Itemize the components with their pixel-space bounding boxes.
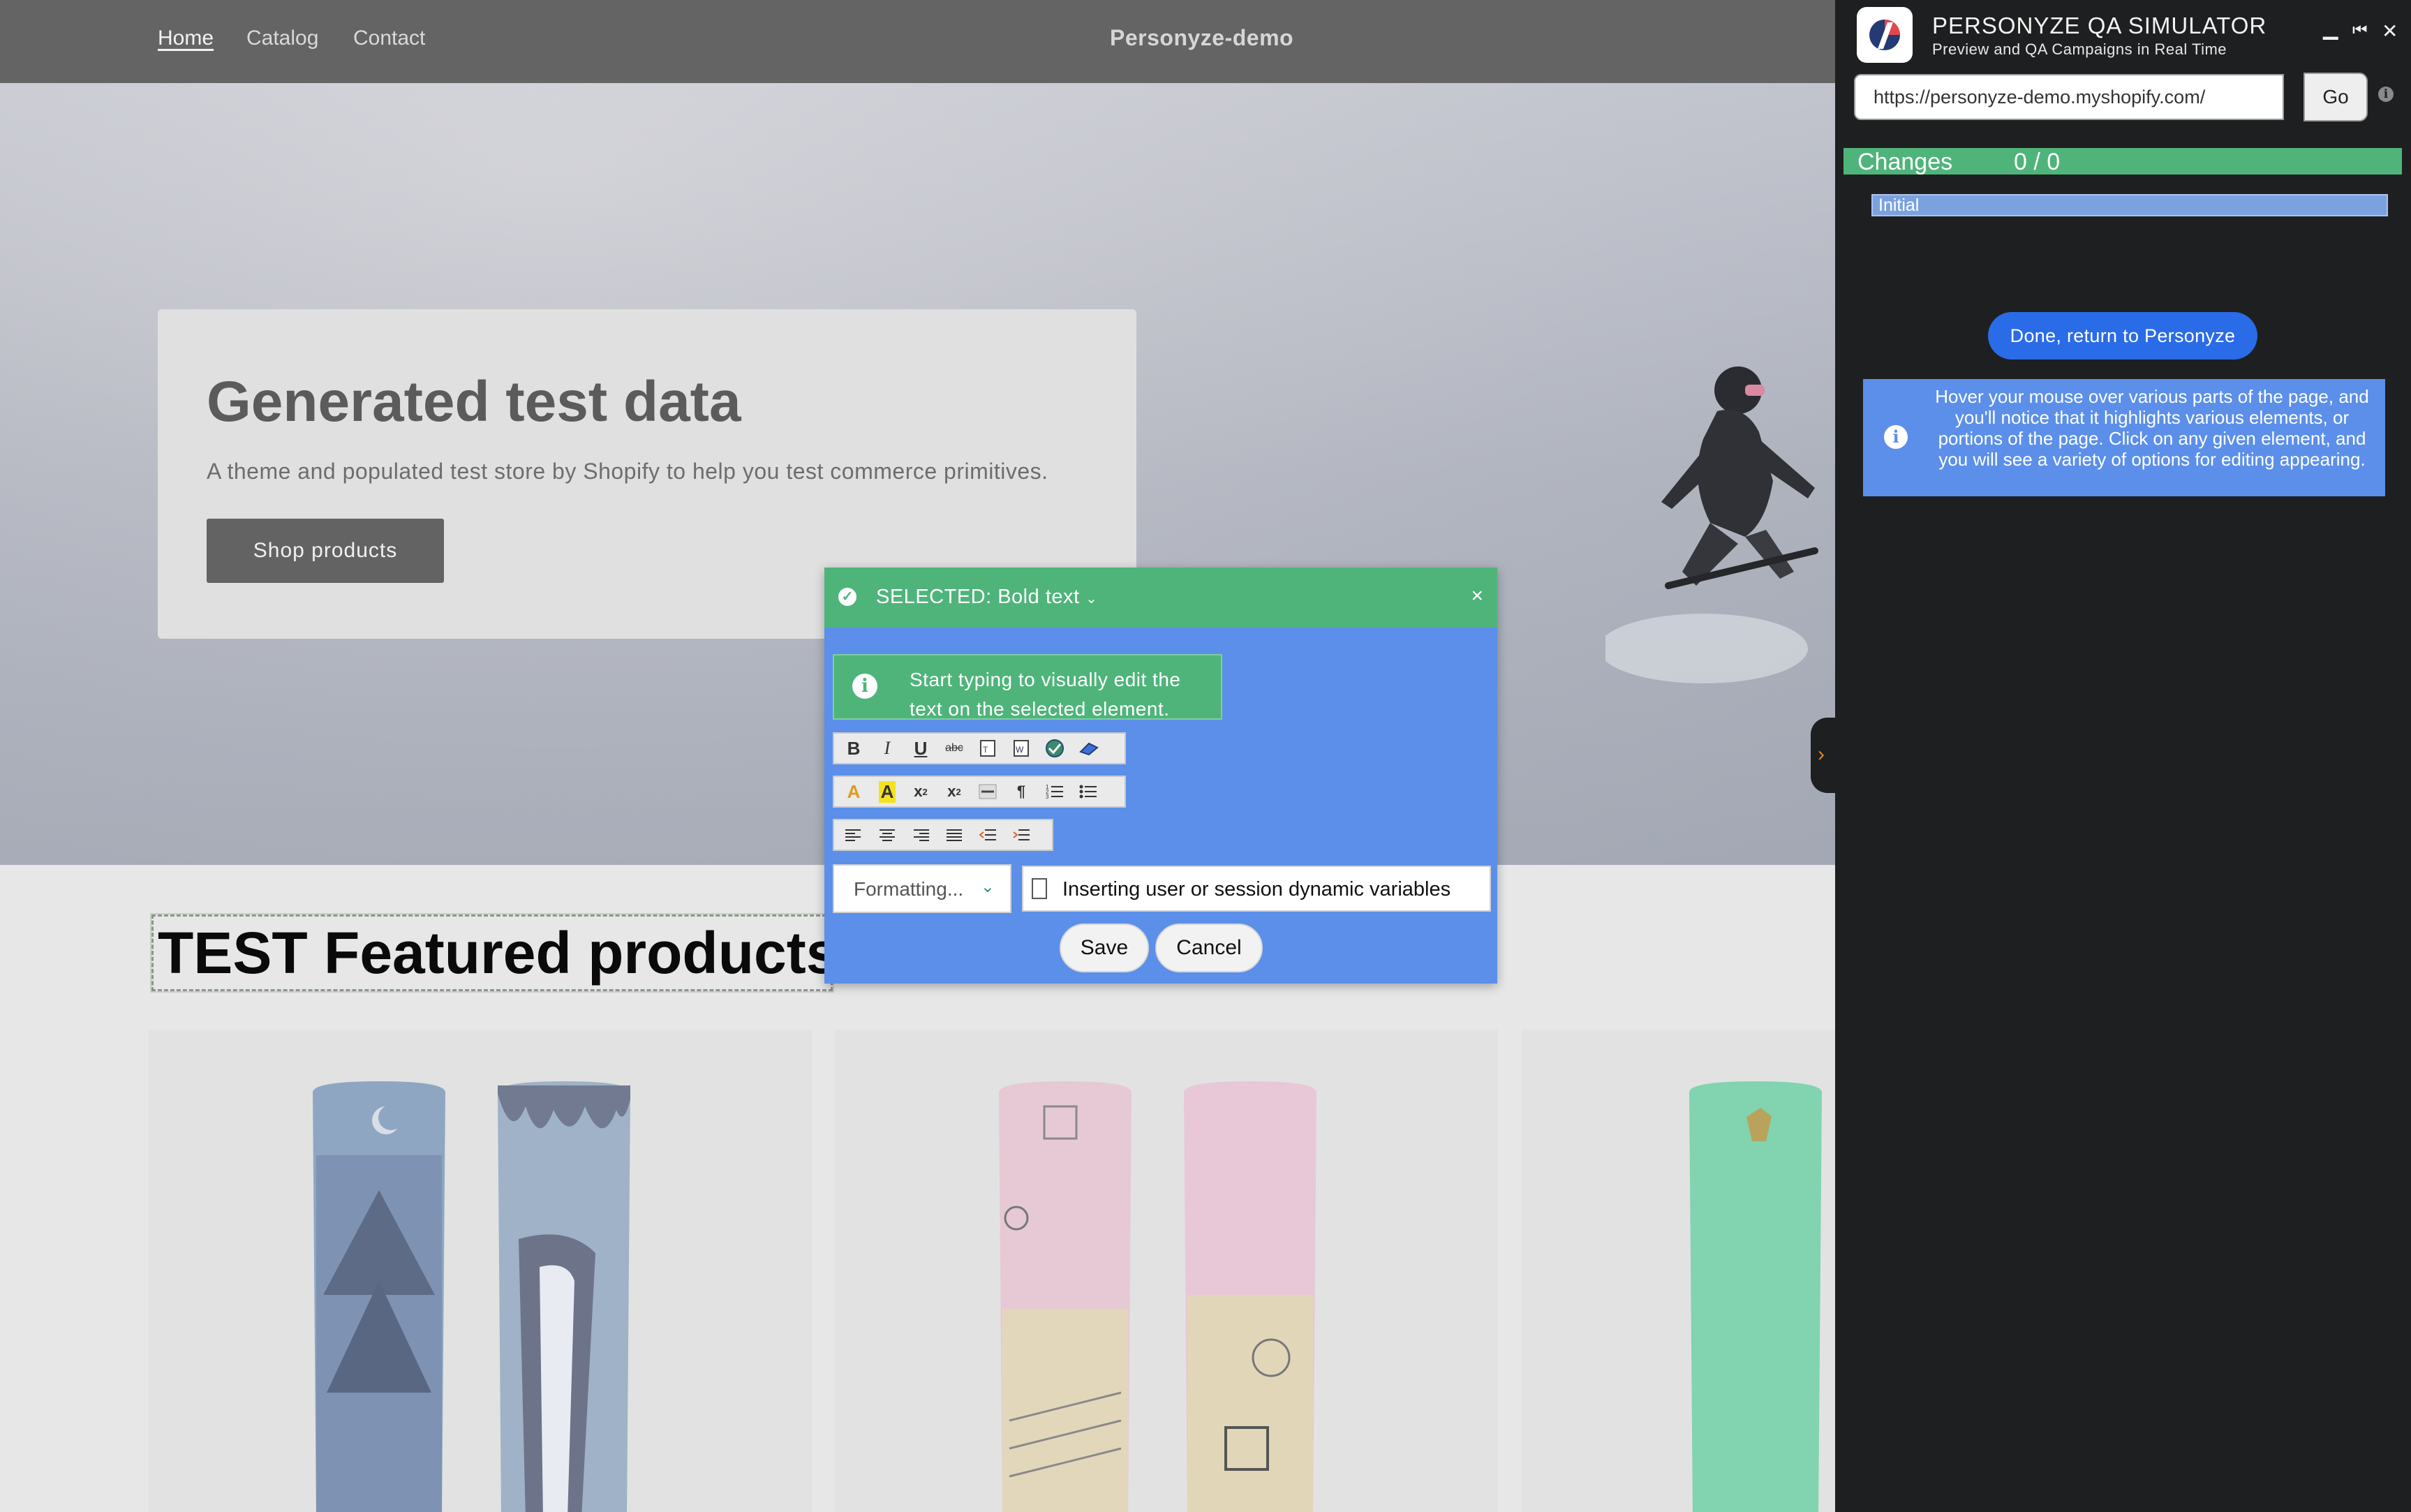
nav-contact-link[interactable]: Contact: [353, 27, 425, 50]
featured-heading-selected[interactable]: TEST Featured products: [150, 913, 838, 993]
eraser-icon[interactable]: [1071, 734, 1105, 762]
align-right-icon[interactable]: [904, 821, 937, 849]
spellcheck-icon[interactable]: [1038, 734, 1071, 762]
url-input[interactable]: [1854, 74, 2284, 120]
check-circle-icon: ✓: [838, 588, 856, 606]
store-page: Home Catalog Contact Personyze-demo Gene…: [0, 0, 1835, 1512]
dock-left-icon[interactable]: ⏮: [2352, 21, 2368, 40]
subscript-icon[interactable]: x2: [904, 778, 937, 806]
hero-subtext[interactable]: A theme and populated test store by Shop…: [207, 459, 1048, 484]
svg-text:3: 3: [1046, 794, 1049, 800]
chevron-right-icon: ›: [1818, 743, 1825, 766]
close-icon[interactable]: ✕: [2382, 20, 2398, 43]
cancel-button[interactable]: Cancel: [1155, 924, 1263, 972]
info-icon: i: [1884, 425, 1908, 449]
instructions-box: i Hover your mouse over various parts of…: [1863, 379, 2385, 496]
store-title[interactable]: Personyze-demo: [1110, 25, 1293, 51]
align-center-icon[interactable]: [870, 821, 904, 849]
toolbar-row-1: B I U abc T W: [833, 732, 1126, 764]
save-button[interactable]: Save: [1060, 924, 1149, 972]
popup-hint: i Start typing to visually edit the text…: [833, 654, 1222, 720]
align-justify-icon[interactable]: [937, 821, 971, 849]
product-card[interactable]: [149, 1030, 812, 1512]
svg-text:T: T: [983, 745, 988, 755]
superscript-icon[interactable]: x2: [937, 778, 971, 806]
changes-bar: Changes 0 / 0: [1844, 148, 2402, 175]
bullet-list-icon[interactable]: [1071, 778, 1105, 806]
simulator-subtitle: Preview and QA Campaigns in Real Time: [1932, 40, 2227, 58]
popup-title-dropdown[interactable]: SELECTED: Bold text ⌄: [876, 586, 1097, 609]
featured-products-heading[interactable]: TEST Featured products: [158, 919, 838, 987]
initial-label: Initial: [1878, 195, 1920, 215]
align-left-icon[interactable]: [837, 821, 870, 849]
popup-title-text: SELECTED: Bold text: [876, 586, 1080, 608]
paste-word-icon[interactable]: W: [1004, 734, 1038, 762]
ordered-list-icon[interactable]: 123: [1038, 778, 1071, 806]
product-card[interactable]: [1522, 1030, 1835, 1512]
insert-variables-label: Inserting user or session dynamic variab…: [1062, 878, 1451, 900]
toolbar-row-3: [833, 819, 1053, 851]
simulator-title: PERSONYZE QA SIMULATOR: [1932, 13, 2267, 38]
strikethrough-icon[interactable]: abc: [937, 734, 971, 762]
initial-state-item[interactable]: Initial: [1871, 194, 2388, 216]
popup-hint-text: Start typing to visually edit the text o…: [910, 669, 1181, 720]
popup-header: ✓ SELECTED: Bold text ⌄ ×: [824, 568, 1497, 628]
outdent-icon[interactable]: [971, 821, 1004, 849]
paragraph-icon[interactable]: ¶: [1004, 778, 1038, 806]
minimize-icon[interactable]: ▁: [2323, 17, 2338, 40]
text-editor-popup: ✓ SELECTED: Bold text ⌄ × i Start typing…: [824, 568, 1497, 984]
changes-count: 0 / 0: [2014, 149, 2061, 175]
indent-icon[interactable]: [1004, 821, 1038, 849]
hero-heading[interactable]: Generated test data: [207, 369, 741, 435]
info-icon: i: [852, 674, 877, 699]
horizontal-rule-icon[interactable]: [971, 778, 1004, 806]
paste-text-icon[interactable]: T: [971, 734, 1004, 762]
panel-collapse-handle[interactable]: ›: [1811, 718, 1839, 793]
underline-icon[interactable]: U: [904, 734, 937, 762]
nav-catalog-link[interactable]: Catalog: [246, 27, 318, 50]
chevron-down-icon: ⌄: [980, 877, 995, 896]
product-card[interactable]: [835, 1030, 1498, 1512]
chevron-down-icon: ⌄: [1085, 591, 1098, 607]
snowboarder-image: [1605, 366, 1818, 683]
toolbar-row-2: A A x2 x2 ¶ 123: [833, 776, 1126, 808]
info-icon[interactable]: i: [2378, 87, 2394, 102]
changes-label: Changes: [1857, 149, 1953, 175]
highlight-icon[interactable]: A: [870, 778, 904, 806]
product-image: [1689, 1081, 1822, 1512]
svg-text:W: W: [1016, 745, 1024, 755]
product-image: [999, 1081, 1316, 1512]
store-header: Home Catalog Contact Personyze-demo: [0, 0, 1835, 83]
nav-home-link[interactable]: Home: [158, 27, 214, 50]
product-image: [313, 1081, 630, 1512]
insert-variables-button[interactable]: Inserting user or session dynamic variab…: [1022, 866, 1491, 912]
formatting-label: Formatting...: [854, 878, 964, 900]
close-icon[interactable]: ×: [1471, 584, 1483, 608]
italic-icon[interactable]: I: [870, 734, 904, 762]
shop-products-button[interactable]: Shop products: [207, 519, 444, 583]
go-button[interactable]: Go: [2304, 73, 2368, 121]
bold-icon[interactable]: B: [837, 734, 870, 762]
formatting-dropdown[interactable]: Formatting... ⌄: [833, 864, 1011, 913]
text-color-icon[interactable]: A: [837, 778, 870, 806]
instructions-text: Hover your mouse over various parts of t…: [1935, 386, 2369, 470]
qa-simulator-panel: PERSONYZE QA SIMULATOR Preview and QA Ca…: [1835, 0, 2411, 1512]
document-icon: [1032, 878, 1047, 899]
done-return-button[interactable]: Done, return to Personyze: [1988, 312, 2257, 360]
personyze-logo: [1857, 7, 1913, 63]
